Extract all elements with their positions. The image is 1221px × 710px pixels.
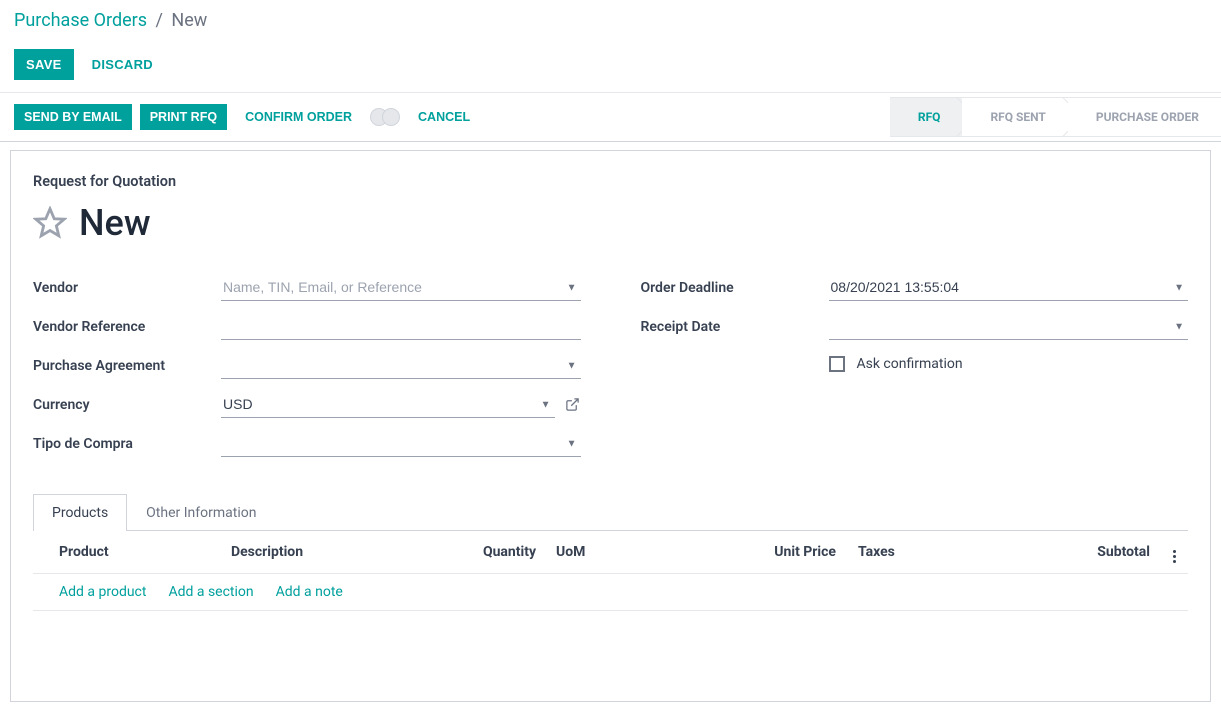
add-section-link[interactable]: Add a section — [168, 584, 253, 600]
purchase-agreement-input[interactable] — [221, 352, 581, 379]
table-header: Product Description Quantity UoM Unit Pr… — [33, 531, 1188, 574]
order-deadline-input[interactable] — [829, 274, 1189, 301]
status-steps: RFQ RFQ SENT PURCHASE ORDER — [890, 97, 1221, 137]
col-header-uom: UoM — [536, 544, 736, 560]
currency-label: Currency — [33, 397, 221, 413]
external-link-icon[interactable] — [565, 397, 580, 412]
send-by-email-button[interactable]: SEND BY EMAIL — [14, 104, 132, 130]
status-step-purchase-order[interactable]: PURCHASE ORDER — [1068, 97, 1221, 137]
form-sheet: Request for Quotation New Vendor ▼ Vendo… — [10, 150, 1211, 702]
star-icon[interactable] — [33, 206, 67, 240]
avatar-stack — [370, 108, 400, 126]
status-step-rfq-sent[interactable]: RFQ SENT — [962, 97, 1067, 137]
table-empty-body — [33, 611, 1188, 691]
status-bar: SEND BY EMAIL PRINT RFQ CONFIRM ORDER CA… — [0, 92, 1221, 142]
receipt-date-label: Receipt Date — [641, 319, 829, 335]
vendor-input[interactable] — [221, 274, 581, 301]
tab-other-information[interactable]: Other Information — [127, 494, 275, 531]
breadcrumb-current: New — [171, 10, 207, 31]
save-button[interactable]: SAVE — [14, 49, 74, 80]
tabs: Products Other Information — [33, 493, 1188, 531]
vendor-reference-input[interactable] — [221, 313, 581, 340]
currency-input[interactable] — [221, 391, 555, 418]
breadcrumb: Purchase Orders / New — [14, 10, 1207, 31]
col-header-product: Product — [41, 544, 231, 560]
ask-confirmation-checkbox[interactable] — [829, 356, 845, 372]
discard-button[interactable]: DISCARD — [92, 57, 153, 72]
tipo-compra-label: Tipo de Compra — [33, 436, 221, 452]
form-subtitle: Request for Quotation — [33, 173, 1188, 190]
order-deadline-label: Order Deadline — [641, 280, 829, 296]
kebab-icon[interactable] — [1173, 550, 1176, 563]
purchase-agreement-label: Purchase Agreement — [33, 358, 221, 374]
tab-products[interactable]: Products — [33, 494, 127, 531]
page-title: New — [79, 202, 151, 244]
col-header-subtotal: Subtotal — [1036, 544, 1150, 560]
col-header-taxes: Taxes — [836, 544, 1036, 560]
vendor-reference-label: Vendor Reference — [33, 319, 221, 335]
col-header-quantity: Quantity — [451, 544, 536, 560]
status-step-rfq[interactable]: RFQ — [890, 97, 963, 137]
confirm-order-button[interactable]: CONFIRM ORDER — [235, 104, 362, 130]
ask-confirmation-label: Ask confirmation — [857, 356, 963, 372]
receipt-date-input[interactable] — [829, 313, 1189, 340]
print-rfq-button[interactable]: PRINT RFQ — [140, 104, 227, 130]
breadcrumb-root[interactable]: Purchase Orders — [14, 10, 147, 31]
add-note-link[interactable]: Add a note — [276, 584, 343, 600]
add-product-link[interactable]: Add a product — [59, 584, 146, 600]
vendor-label: Vendor — [33, 280, 221, 296]
cancel-button[interactable]: CANCEL — [408, 104, 480, 130]
col-header-description: Description — [231, 544, 451, 560]
table-add-row: Add a product Add a section Add a note — [33, 574, 1188, 611]
tipo-compra-input[interactable] — [221, 430, 581, 457]
breadcrumb-separator: / — [156, 10, 163, 31]
col-header-unit-price: Unit Price — [736, 544, 836, 560]
avatar — [382, 108, 400, 126]
